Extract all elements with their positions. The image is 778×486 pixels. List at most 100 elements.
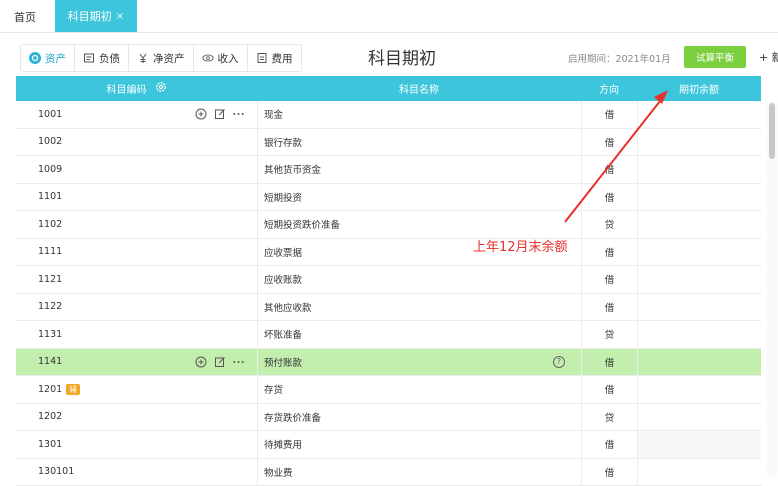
row-direction: 借 — [581, 184, 637, 211]
row-name: 存货跌价准备 — [257, 404, 581, 431]
row-balance-input[interactable] — [637, 376, 761, 403]
row-direction: 借 — [581, 239, 637, 266]
row-name: 其他货币资金 — [257, 156, 581, 183]
gear-icon[interactable] — [155, 81, 167, 96]
table-row[interactable]: 1001 现金 借 — [16, 101, 761, 129]
row-name: 银行存款 — [257, 129, 581, 156]
row-code: 1002 — [38, 129, 238, 156]
table-row[interactable]: 1111 应收票据 借 — [16, 239, 761, 267]
row-direction: 借 — [581, 349, 637, 376]
row-actions — [194, 101, 245, 128]
row-direction: 贷 — [581, 321, 637, 348]
table-row[interactable]: 1202 存货跌价准备 贷 — [16, 404, 761, 432]
row-balance-input[interactable] — [637, 101, 761, 128]
row-code: 1121 — [38, 266, 238, 293]
header-code: 科目编码 — [16, 76, 257, 101]
row-balance-input[interactable] — [637, 294, 761, 321]
row-balance-input[interactable] — [637, 211, 761, 238]
category-label: 负债 — [99, 51, 120, 66]
category-label: 收入 — [218, 51, 239, 66]
row-name: 其他应收款 — [257, 294, 581, 321]
row-code: 1102 — [38, 211, 238, 238]
category-tab-liability[interactable]: 负债 — [75, 45, 129, 71]
edit-icon[interactable] — [213, 108, 226, 121]
row-code: 1131 — [38, 321, 238, 348]
header-name: 科目名称 — [257, 76, 581, 101]
category-tab-expense[interactable]: 费用 — [248, 45, 301, 71]
table-body: 1001 现金 借 1002 银行存款 借 1009 其他货币资金 借 — [16, 101, 761, 486]
vertical-scrollbar[interactable] — [767, 101, 777, 477]
new-button[interactable]: + 新 — [759, 49, 778, 65]
row-name: 坏账准备 — [257, 321, 581, 348]
row-balance-input[interactable] — [637, 184, 761, 211]
income-icon — [202, 52, 214, 64]
row-direction: 借 — [581, 156, 637, 183]
category-label: 净资产 — [153, 51, 185, 66]
liability-icon — [83, 52, 95, 64]
category-label: 资产 — [45, 51, 66, 66]
row-balance-input[interactable] — [637, 431, 761, 458]
category-label: 费用 — [272, 51, 293, 66]
add-icon[interactable] — [194, 355, 207, 368]
row-balance-input[interactable] — [637, 321, 761, 348]
row-name: 预付账款 — [257, 349, 581, 376]
help-icon[interactable]: ? — [553, 356, 565, 368]
more-icon[interactable] — [232, 108, 245, 121]
table-row[interactable]: 1201 辅 存货 借 — [16, 376, 761, 404]
row-code: 130101 — [38, 459, 238, 486]
tab-home[interactable]: 首页 — [14, 9, 36, 25]
row-code: 1122 — [38, 294, 238, 321]
table-row[interactable]: 1102 短期投资跌价准备 贷 — [16, 211, 761, 239]
row-code-text: 1201 — [38, 384, 62, 395]
table-row[interactable]: 1131 坏账准备 贷 — [16, 321, 761, 349]
toolbar: 资产 负债 净资产 收入 — [16, 38, 778, 76]
row-direction: 贷 — [581, 211, 637, 238]
category-tab-asset[interactable]: 资产 — [21, 45, 75, 71]
row-name: 待摊费用 — [257, 431, 581, 458]
table-row[interactable]: 1009 其他货币资金 借 — [16, 156, 761, 184]
row-direction: 借 — [581, 129, 637, 156]
row-direction: 借 — [581, 101, 637, 128]
annotation-text: 上年12月末余额 — [473, 236, 568, 255]
table-row[interactable]: 130101 物业费 借 — [16, 459, 761, 486]
row-balance-input[interactable] — [637, 459, 761, 486]
more-icon[interactable] — [232, 355, 245, 368]
row-code: 1101 — [38, 184, 238, 211]
table-row[interactable]: 1301 待摊费用 借 — [16, 431, 761, 459]
row-name: 短期投资跌价准备 — [257, 211, 581, 238]
row-code: 1201 辅 — [38, 376, 238, 403]
table-row-selected[interactable]: 1141 预付账款 ? 借 — [16, 349, 761, 377]
tab-opening-balance[interactable]: 科目期初 × — [55, 0, 137, 32]
row-name: 现金 — [257, 101, 581, 128]
category-tab-income[interactable]: 收入 — [194, 45, 248, 71]
table-row[interactable]: 1121 应收账款 借 — [16, 266, 761, 294]
row-balance-input[interactable] — [637, 404, 761, 431]
row-balance-input[interactable] — [637, 239, 761, 266]
scrollbar-thumb[interactable] — [769, 103, 775, 159]
category-tab-net-asset[interactable]: 净资产 — [129, 45, 194, 71]
page-title: 科目期初 — [368, 44, 436, 69]
table-row[interactable]: 1122 其他应收款 借 — [16, 294, 761, 322]
header-code-label: 科目编码 — [107, 81, 147, 96]
row-code: 1202 — [38, 404, 238, 431]
row-name: 短期投资 — [257, 184, 581, 211]
table-row[interactable]: 1002 银行存款 借 — [16, 129, 761, 157]
row-balance-input[interactable] — [637, 349, 761, 376]
edit-icon[interactable] — [213, 355, 226, 368]
row-direction: 贷 — [581, 404, 637, 431]
auxiliary-badge: 辅 — [66, 384, 80, 395]
account-table: 科目编码 科目名称 方向 期初余额 1001 现金 借 — [16, 76, 778, 477]
header-direction: 方向 — [581, 76, 637, 101]
row-balance-input[interactable] — [637, 129, 761, 156]
table-row[interactable]: 1101 短期投资 借 — [16, 184, 761, 212]
add-icon[interactable] — [194, 108, 207, 121]
row-name: 存货 — [257, 376, 581, 403]
main-content: 资产 负债 净资产 收入 — [16, 38, 778, 477]
row-balance-input[interactable] — [637, 266, 761, 293]
row-direction: 借 — [581, 459, 637, 486]
row-balance-input[interactable] — [637, 156, 761, 183]
close-icon[interactable]: × — [116, 11, 124, 22]
row-name: 物业费 — [257, 459, 581, 486]
enabled-period-label: 启用期间：2021年01月 — [568, 51, 671, 65]
trial-balance-button[interactable]: 试算平衡 — [684, 46, 746, 68]
